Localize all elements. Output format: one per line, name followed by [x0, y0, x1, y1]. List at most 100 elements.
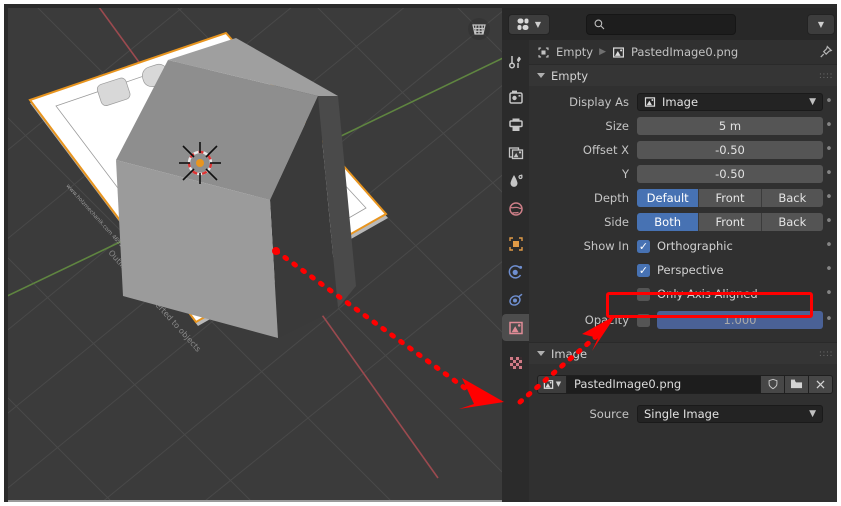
row-only-axis-aligned: Only Axis Aligned • — [529, 284, 837, 304]
3d-cursor-icon — [179, 142, 221, 184]
panel-header-image[interactable]: Image :::: — [529, 342, 837, 364]
editor-type-button[interactable]: ▼ — [508, 13, 550, 35]
panel-body-image: ▼ PastedImage0.png Source Single Image ▼ — [529, 364, 837, 436]
pin-icon[interactable] — [819, 45, 833, 59]
open-image-button[interactable] — [785, 374, 809, 394]
properties-header: ▼ ▼ — [502, 8, 837, 40]
label-show-in: Show In — [583, 239, 629, 253]
depth-segmented-control[interactable]: Default Front Back — [637, 189, 823, 207]
orthographic-label: Orthographic — [657, 239, 733, 253]
close-icon — [816, 380, 825, 388]
animate-dot[interactable]: • — [823, 263, 835, 276]
viewport-scrollbar[interactable] — [8, 500, 502, 502]
side-option-back[interactable]: Back — [761, 213, 823, 231]
only-axis-aligned-checkbox[interactable] — [637, 287, 650, 301]
animate-dot[interactable]: • — [823, 95, 835, 108]
offset-y-value: -0.50 — [715, 167, 745, 181]
tab-scene[interactable] — [502, 167, 529, 194]
properties-editor-icon — [517, 18, 529, 30]
perspective-label: Perspective — [657, 263, 724, 277]
tab-world[interactable] — [502, 195, 529, 222]
tab-output[interactable] — [502, 111, 529, 138]
panel-grip: :::: — [818, 348, 833, 359]
animate-dot[interactable]: • — [823, 191, 835, 204]
row-depth: Depth Default Front Back • — [529, 188, 837, 208]
orthographic-checkbox[interactable]: ✓ — [637, 239, 650, 253]
depth-option-back[interactable]: Back — [761, 189, 823, 207]
unlink-button[interactable] — [809, 374, 833, 394]
animate-dot[interactable]: • — [823, 313, 835, 326]
checker-icon — [509, 356, 522, 369]
images-icon — [508, 146, 523, 159]
label-source: Source — [589, 407, 630, 421]
panel-body-empty: Display As Image ▼ • Size 5 m • Offset X… — [529, 86, 837, 342]
row-offset-y: Y -0.50 • — [529, 164, 837, 184]
blender-window: Outlines not converted to objects www.ho… — [0, 0, 841, 506]
tab-texture[interactable] — [502, 349, 529, 376]
empty-object-icon — [538, 46, 549, 58]
tab-tool[interactable] — [502, 48, 529, 75]
image-data-icon — [508, 321, 523, 334]
offset-x-field[interactable]: -0.50 — [637, 141, 823, 159]
folder-icon — [790, 379, 803, 389]
tab-render[interactable] — [502, 83, 529, 110]
panel-header-empty[interactable]: Empty :::: — [529, 64, 837, 86]
fake-user-button[interactable] — [761, 374, 785, 394]
properties-content: Empty ▶ PastedImage0.png Empty:::: Disp… — [529, 40, 837, 502]
panel-title-image: Image — [551, 346, 588, 361]
3d-viewport[interactable]: Outlines not converted to objects www.ho… — [8, 8, 502, 502]
chevron-down-icon — [537, 73, 545, 78]
side-segmented-control[interactable]: Both Front Back — [637, 213, 823, 231]
row-side: Side Both Front Back • — [529, 212, 837, 232]
display-as-dropdown[interactable]: Image ▼ — [637, 93, 823, 111]
panel-grip: :::: — [818, 70, 833, 81]
scene-cone-icon — [510, 174, 523, 187]
tab-modifiers[interactable] — [502, 258, 529, 285]
opacity-value: 1.000 — [723, 313, 757, 327]
depth-option-front[interactable]: Front — [699, 189, 762, 207]
size-field[interactable]: 5 m — [637, 117, 823, 135]
source-dropdown[interactable]: Single Image ▼ — [637, 405, 823, 423]
image-name-value: PastedImage0.png — [574, 377, 682, 391]
object-square-icon — [508, 236, 523, 251]
grid-floor-icon[interactable] — [468, 18, 490, 40]
breadcrumb-item-image[interactable]: PastedImage0.png — [631, 45, 738, 59]
breadcrumb: Empty ▶ PastedImage0.png — [529, 40, 837, 64]
row-size: Size 5 m • — [529, 116, 837, 136]
search-input[interactable] — [585, 13, 736, 35]
animate-dot[interactable]: • — [823, 143, 835, 156]
filter-button[interactable]: ▼ — [806, 13, 835, 35]
tab-object-data[interactable] — [502, 314, 529, 341]
chevron-down-icon: ▼ — [555, 380, 562, 388]
properties-editor: ▼ ▼ Empty ▶ PastedImage0.png Empty:::: … — [502, 8, 837, 502]
animate-dot[interactable]: • — [823, 215, 835, 228]
side-option-front[interactable]: Front — [699, 213, 762, 231]
offset-y-field[interactable]: -0.50 — [637, 165, 823, 183]
browse-image-button[interactable]: ▼ — [537, 374, 567, 394]
constraint-icon — [508, 293, 522, 306]
opacity-slider[interactable]: 1.000 — [657, 311, 823, 329]
tab-constraints[interactable] — [502, 286, 529, 313]
opacity-checkbox[interactable] — [637, 313, 650, 327]
animate-dot[interactable]: • — [823, 239, 835, 252]
label-opacity: Opacity — [584, 313, 629, 327]
animate-dot[interactable]: • — [823, 119, 835, 132]
physics-icon — [508, 264, 522, 279]
row-source: Source Single Image ▼ — [529, 404, 837, 424]
perspective-checkbox[interactable]: ✓ — [637, 263, 650, 277]
tab-object[interactable] — [502, 230, 529, 257]
depth-option-default[interactable]: Default — [637, 189, 700, 207]
offset-x-value: -0.50 — [715, 143, 745, 157]
printer-icon — [508, 118, 523, 131]
side-option-both[interactable]: Both — [637, 213, 700, 231]
properties-body: Empty ▶ PastedImage0.png Empty:::: Disp… — [502, 40, 837, 502]
label-depth: Depth — [593, 191, 629, 205]
viewport-canvas: Outlines not converted to objects www.ho… — [8, 8, 502, 502]
animate-dot[interactable]: • — [823, 287, 835, 300]
chevron-down-icon: ▼ — [817, 19, 825, 29]
tab-view-layer[interactable] — [502, 139, 529, 166]
animate-dot[interactable]: • — [823, 167, 835, 180]
breadcrumb-item-empty[interactable]: Empty — [556, 45, 593, 59]
panel-title-empty: Empty — [551, 68, 589, 83]
image-name-field[interactable]: PastedImage0.png — [567, 374, 761, 394]
